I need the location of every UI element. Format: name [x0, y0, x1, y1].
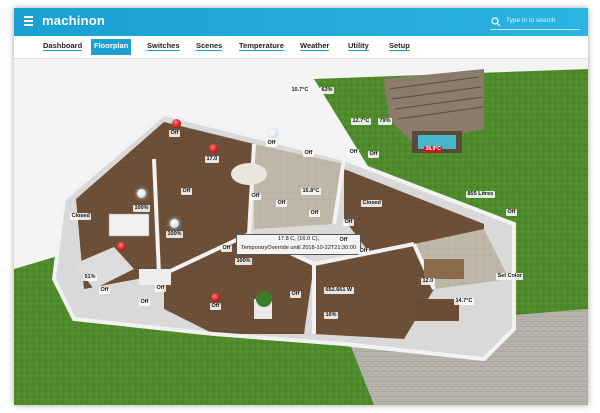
lounge-dimmer-label[interactable]: 51% [83, 274, 98, 281]
left-window-label[interactable]: Closed [70, 213, 92, 220]
garden-switch-label[interactable]: Off [506, 209, 517, 216]
floorplan-image [14, 59, 588, 405]
study-switch-label[interactable]: Off [358, 248, 369, 255]
tab-scenes[interactable]: Scenes [193, 39, 225, 55]
hall-light-label[interactable]: Off [303, 150, 314, 157]
bedroom-switch-label[interactable]: Off [338, 237, 349, 244]
outdoor-hum-label[interactable]: 63% [320, 87, 335, 94]
bedroom2-temp-label[interactable]: 12.0 [421, 278, 435, 285]
living-switch-label[interactable]: Off [221, 245, 232, 252]
brand-logo: machinon [42, 13, 105, 28]
kitchen-temp-label[interactable]: 16.8°C [301, 188, 321, 195]
pergola-hum-label[interactable]: 79% [378, 118, 393, 125]
hall-switch2-label[interactable]: Off [309, 210, 320, 217]
bath-light-label[interactable]: Off [266, 140, 277, 147]
nav-tabs: Dashboard Floorplan Switches Scenes Temp… [14, 36, 588, 59]
tab-utility[interactable]: Utility [345, 39, 372, 55]
tab-setup[interactable]: Setup [386, 39, 413, 55]
entry-alert-icon[interactable] [211, 293, 220, 302]
kitchen-switch1-label[interactable]: Off [250, 193, 261, 200]
kitchen-switch2-label[interactable]: Off [276, 200, 287, 207]
mid-door-label[interactable]: Closed [361, 200, 383, 207]
tab-temperature[interactable]: Temperature [236, 39, 287, 55]
bedroom2-temp2-label[interactable]: 14.7°C [454, 298, 474, 305]
tooltip-line2: TemporaryOverride until 2018-10-22T21:30… [240, 244, 357, 251]
water-meter-label[interactable]: 855 Litres [466, 191, 495, 198]
dining-light2-icon[interactable] [170, 219, 179, 228]
bedroom-light-icon[interactable] [172, 119, 181, 128]
app-window: machinon Type in to search Dashboard Flo… [14, 8, 588, 405]
tab-switches[interactable]: Switches [144, 39, 183, 55]
bath-dimmer-label[interactable]: 10% [324, 312, 339, 319]
tab-floorplan[interactable]: Floorplan [91, 39, 132, 55]
floorplan-view: 17.8 C, (16.0 C), TemporaryOverride unti… [14, 59, 588, 405]
lounge-switch-label[interactable]: Off [99, 287, 110, 294]
set-color-label[interactable]: Set Color [496, 273, 524, 280]
pergola-light-label[interactable]: Off [368, 151, 379, 158]
pergola-temp-label[interactable]: 12.7°C [351, 118, 371, 125]
laundry-switch-label[interactable]: Off [343, 219, 354, 226]
bedroom-temp-label[interactable]: 17.0 [205, 156, 219, 163]
window-label[interactable]: Off [348, 149, 359, 156]
lounge-switch2-label[interactable]: Off [139, 299, 150, 306]
tab-dashboard[interactable]: Dashboard [40, 39, 85, 55]
search-box[interactable]: Type in to search [490, 15, 580, 30]
menu-icon[interactable] [24, 16, 33, 28]
search-icon [491, 17, 501, 27]
lounge-switch3-label[interactable]: Off [155, 285, 166, 292]
outdoor-temp-label[interactable]: 10.7°C [290, 87, 310, 94]
living-dimmer-label[interactable]: 100% [235, 258, 253, 265]
dining-switch-label[interactable]: Off [181, 188, 192, 195]
dining-light-icon[interactable] [137, 189, 146, 198]
bath-light-icon[interactable] [269, 129, 278, 138]
bedroom-light-label[interactable]: Off [169, 130, 180, 137]
top-bar: machinon Type in to search [14, 8, 588, 36]
entry-switch-label[interactable]: Off [210, 303, 221, 310]
living-alert-icon[interactable] [117, 242, 126, 251]
dining-dimmer2-label[interactable]: 100% [166, 231, 184, 238]
tab-weather[interactable]: Weather [297, 39, 332, 55]
bedroom-thermostat-icon[interactable] [209, 144, 218, 153]
dining-dimmer-label[interactable]: 100% [133, 205, 151, 212]
hot-tub-temp-badge[interactable]: 38.9°C [424, 146, 443, 153]
entry-switch2-label[interactable]: Off [290, 291, 301, 298]
search-placeholder[interactable]: Type in to search [506, 17, 556, 24]
power-meter-label[interactable]: 652.661 W [324, 287, 354, 294]
